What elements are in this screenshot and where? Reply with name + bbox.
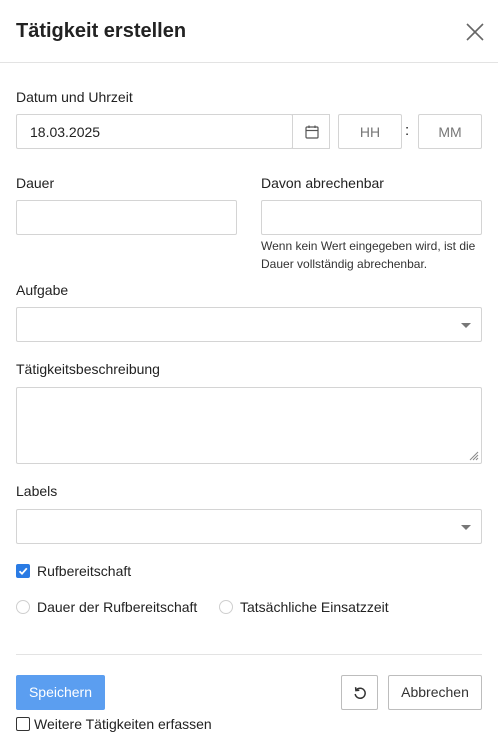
task-select[interactable] xyxy=(16,307,482,342)
hour-placeholder: HH xyxy=(359,124,381,140)
date-value: 18.03.2025 xyxy=(30,124,101,140)
minute-input[interactable]: MM xyxy=(418,114,482,149)
resize-handle-icon[interactable] xyxy=(469,451,479,461)
check-icon xyxy=(18,567,28,576)
radio-on-call-duration-label: Dauer der Rufbereitschaft xyxy=(37,599,198,615)
radio-on-call-duration[interactable] xyxy=(16,600,30,614)
calendar-icon xyxy=(305,125,319,139)
reset-button[interactable] xyxy=(341,675,378,710)
radio-actual-time[interactable] xyxy=(219,600,233,614)
time-separator: : xyxy=(405,122,410,139)
calendar-button[interactable] xyxy=(292,114,330,149)
description-label: Tätigkeitsbeschreibung xyxy=(16,361,160,377)
more-activities-checkbox[interactable] xyxy=(16,717,30,731)
close-button[interactable] xyxy=(462,19,488,45)
description-textarea[interactable] xyxy=(16,387,482,464)
save-button[interactable]: Speichern xyxy=(16,675,105,710)
duration-label: Dauer xyxy=(16,175,55,191)
dialog-title: Tätigkeit erstellen xyxy=(16,20,187,42)
close-icon xyxy=(466,23,484,41)
billable-input[interactable] xyxy=(261,200,482,235)
chevron-down-icon xyxy=(461,323,471,328)
billable-label: Davon abrechenbar xyxy=(261,175,384,191)
datetime-label: Datum und Uhrzeit xyxy=(16,89,133,105)
cancel-button[interactable]: Abbrechen xyxy=(388,675,482,710)
more-activities-label: Weitere Tätigkeiten erfassen xyxy=(34,716,212,732)
reset-icon xyxy=(354,687,366,700)
task-label: Aufgabe xyxy=(16,282,69,298)
billable-hint: Wenn kein Wert eingegeben wird, ist die … xyxy=(261,239,476,271)
duration-input[interactable] xyxy=(16,200,237,235)
date-input[interactable]: 18.03.2025 xyxy=(16,114,293,149)
labels-label: Labels xyxy=(16,483,58,499)
on-call-label: Rufbereitschaft xyxy=(37,563,132,579)
footer-divider xyxy=(16,654,482,655)
dialog-header: Tätigkeit erstellen xyxy=(0,0,498,63)
minute-placeholder: MM xyxy=(438,124,462,140)
labels-select[interactable] xyxy=(16,509,482,544)
on-call-checkbox[interactable] xyxy=(16,564,30,578)
hour-input[interactable]: HH xyxy=(338,114,402,149)
create-activity-dialog: Tätigkeit erstellen Datum und Uhrzeit 18… xyxy=(0,0,498,751)
chevron-down-icon xyxy=(461,525,471,530)
radio-actual-time-label: Tatsächliche Einsatzzeit xyxy=(240,599,389,615)
